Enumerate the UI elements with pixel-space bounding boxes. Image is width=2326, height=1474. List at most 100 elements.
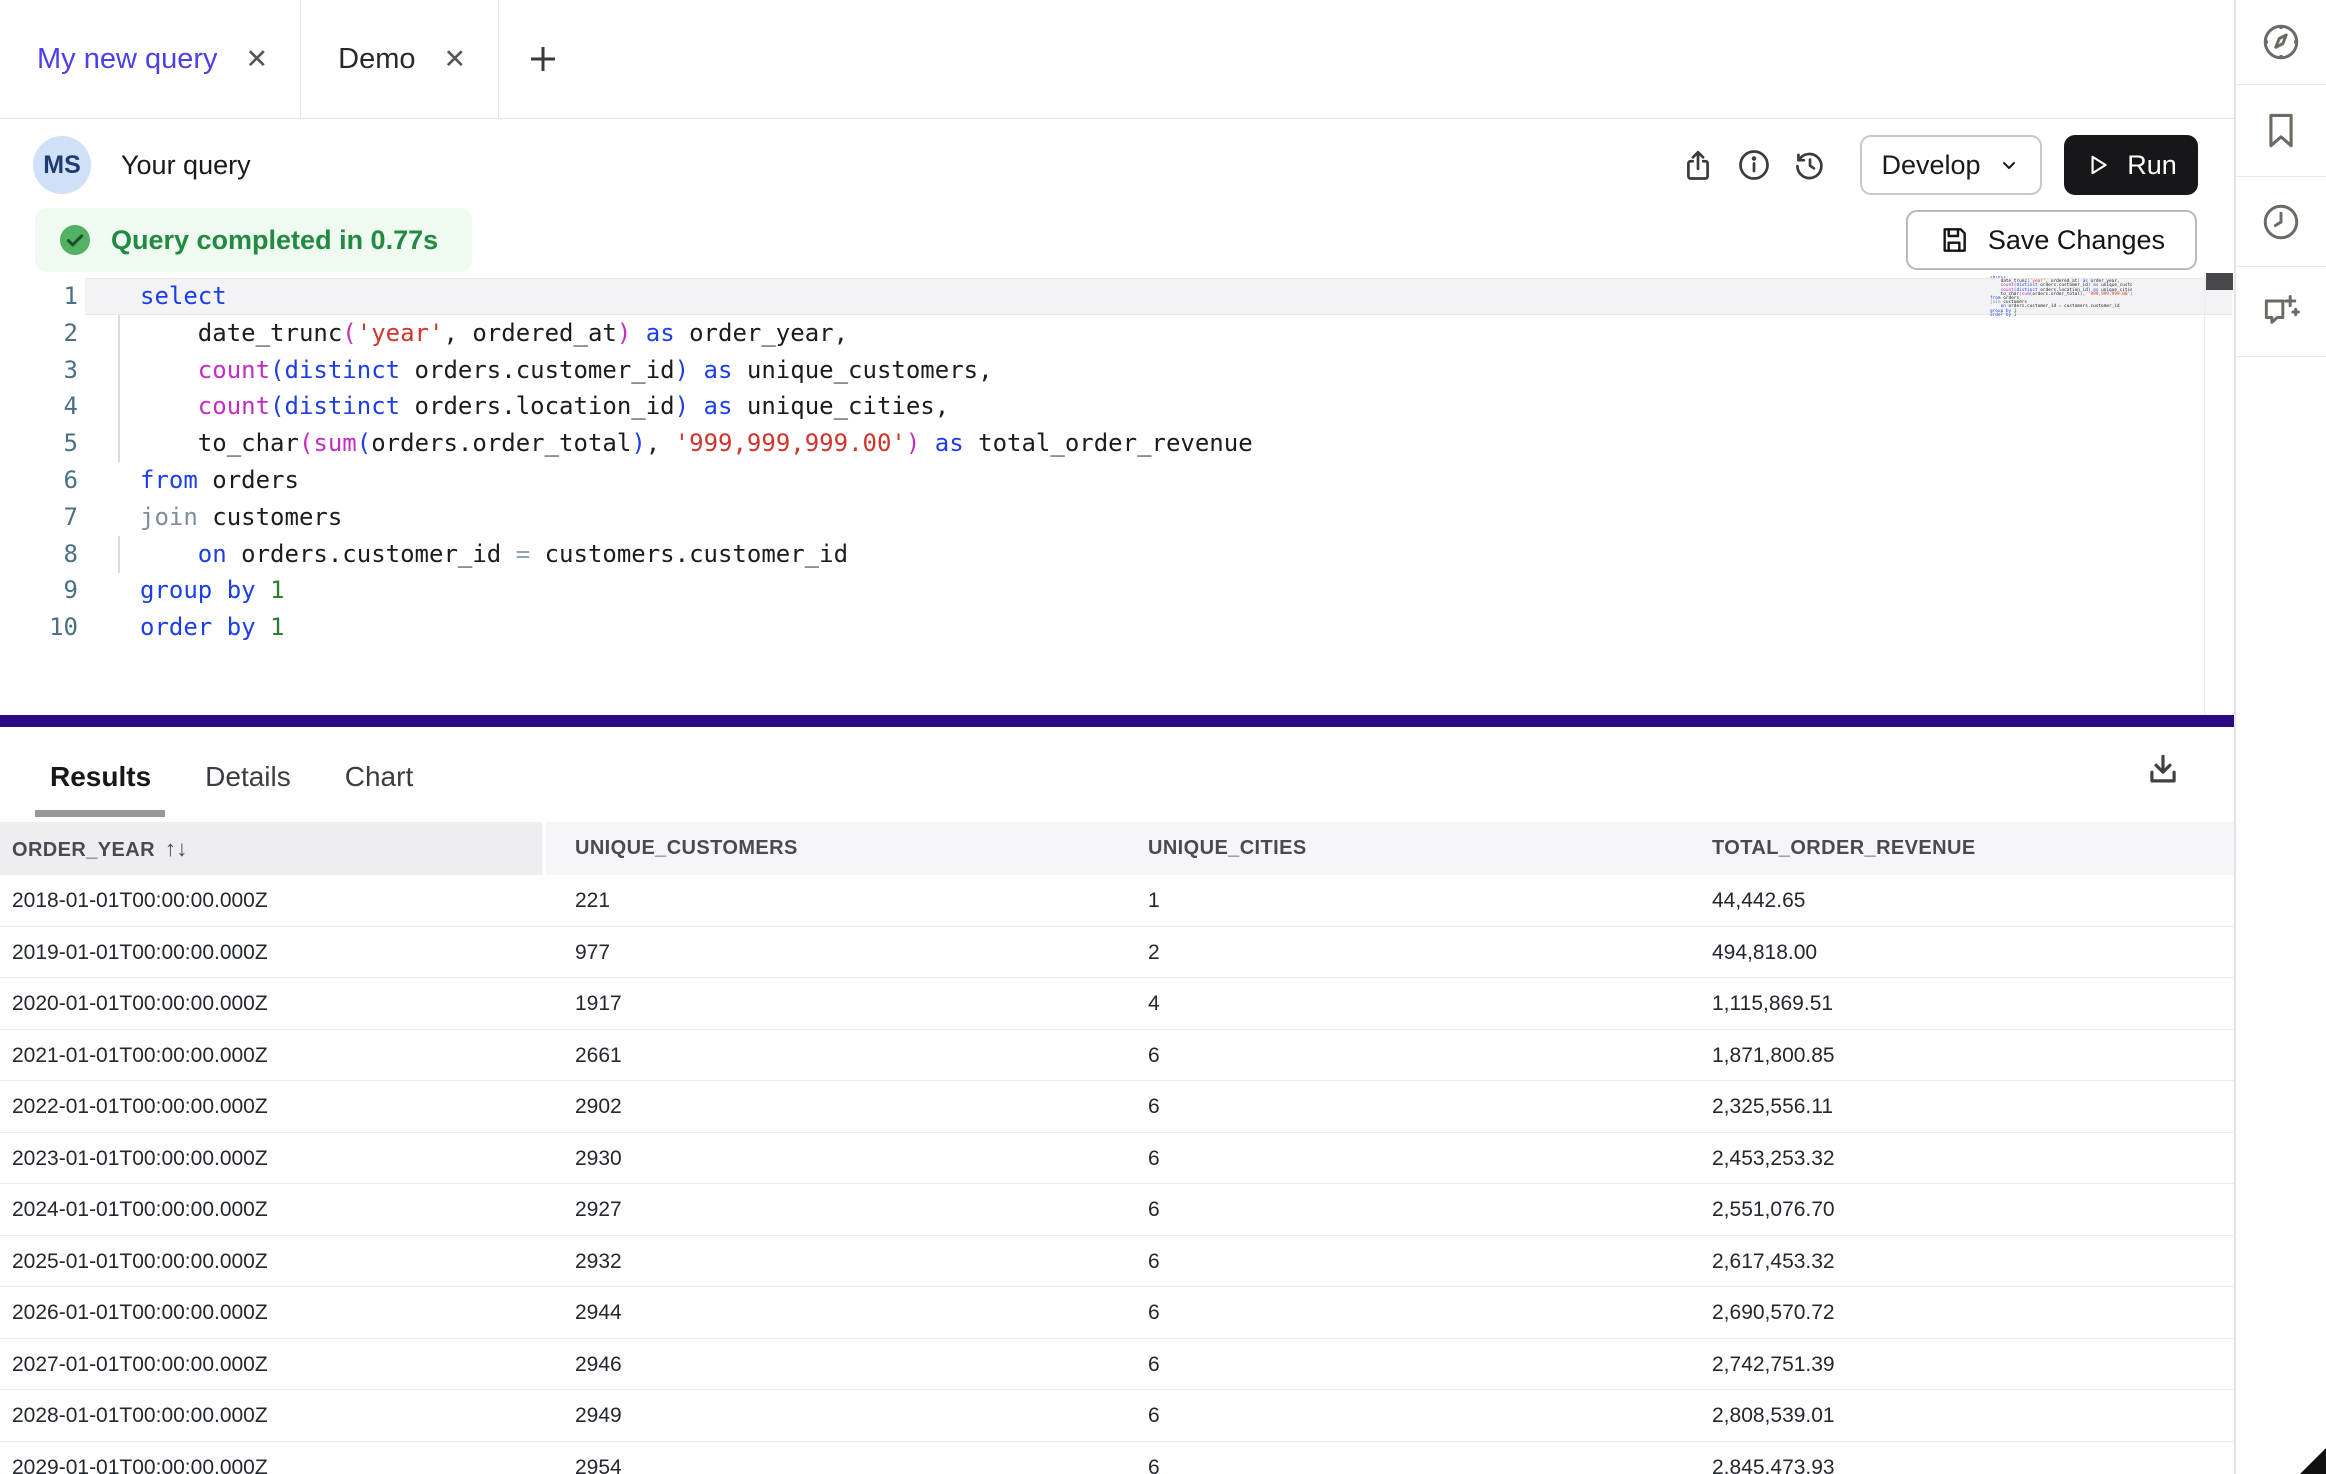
tab-chart[interactable]: Chart (345, 761, 413, 793)
close-icon[interactable]: ✕ (444, 46, 467, 73)
panel-resize-splitter[interactable] (0, 715, 2234, 727)
bookmarks-button[interactable] (2236, 85, 2326, 177)
run-button-label: Run (2127, 150, 2177, 181)
history-sidebar-button[interactable] (2236, 177, 2326, 267)
table-header-row: ORDER_YEAR↑↓ UNIQUE_CUSTOMERS UNIQUE_CIT… (0, 822, 2234, 875)
close-icon[interactable]: ✕ (246, 46, 269, 73)
table-cell: 2,453,253.32 (1712, 1133, 1835, 1185)
editor-minimap[interactable]: select date_trunc('year', ordered_at) as… (1990, 276, 2132, 324)
table-cell: 977 (575, 927, 610, 979)
editor-scrollbar-thumb[interactable] (2206, 273, 2233, 290)
active-tab-underline (35, 810, 165, 817)
code-line: select (140, 278, 1253, 315)
table-row[interactable]: 2021-01-01T00:00:00.000Z266161,871,800.8… (0, 1030, 2234, 1082)
download-results-button[interactable] (2139, 745, 2187, 793)
table-cell: 2026-01-01T00:00:00.000Z (12, 1287, 268, 1339)
develop-button[interactable]: Develop (1860, 135, 2042, 195)
tab-results[interactable]: Results (50, 761, 151, 793)
table-cell: 2 (1148, 927, 1160, 979)
avatar: MS (33, 136, 91, 194)
table-row[interactable]: 2023-01-01T00:00:00.000Z293062,453,253.3… (0, 1133, 2234, 1185)
table-cell: 2930 (575, 1133, 622, 1185)
table-cell: 1,871,800.85 (1712, 1030, 1835, 1082)
table-cell: 2,742,751.39 (1712, 1339, 1835, 1391)
check-circle-icon (57, 222, 93, 258)
tab-demo[interactable]: Demo ✕ (301, 0, 499, 118)
table-cell: 1 (1148, 875, 1160, 927)
compass-icon (2260, 21, 2302, 63)
column-header-unique-cities[interactable]: UNIQUE_CITIES (1148, 822, 1307, 875)
query-tab-bar: My new query ✕ Demo ✕ (0, 0, 2234, 119)
table-cell: 2902 (575, 1081, 622, 1133)
table-cell: 2021-01-01T00:00:00.000Z (12, 1030, 268, 1082)
table-cell: 2022-01-01T00:00:00.000Z (12, 1081, 268, 1133)
table-cell: 2,325,556.11 (1712, 1081, 1833, 1133)
table-cell: 2020-01-01T00:00:00.000Z (12, 978, 268, 1030)
table-cell: 494,818.00 (1712, 927, 1817, 979)
table-cell: 2954 (575, 1442, 622, 1474)
line-number: 5 (0, 425, 78, 462)
run-button[interactable]: Run (2064, 135, 2198, 195)
tab-my-new-query[interactable]: My new query ✕ (0, 0, 301, 118)
table-row[interactable]: 2029-01-01T00:00:00.000Z295462,845,473.9… (0, 1442, 2234, 1474)
info-button[interactable] (1726, 137, 1782, 193)
table-row[interactable]: 2025-01-01T00:00:00.000Z293262,617,453.3… (0, 1236, 2234, 1288)
right-sidebar (2234, 0, 2326, 1474)
table-cell: 6 (1148, 1287, 1160, 1339)
tab-details[interactable]: Details (205, 761, 291, 793)
line-number: 6 (0, 462, 78, 499)
tab-label: My new query (37, 43, 218, 76)
window-resize-grip[interactable] (2300, 1448, 2326, 1474)
table-row[interactable]: 2026-01-01T00:00:00.000Z294462,690,570.7… (0, 1287, 2234, 1339)
table-body: 2018-01-01T00:00:00.000Z221144,442.65201… (0, 875, 2234, 1474)
new-tab-button[interactable] (499, 0, 587, 118)
ai-chat-button[interactable] (2236, 267, 2326, 357)
table-cell: 2025-01-01T00:00:00.000Z (12, 1236, 268, 1288)
sql-editor[interactable]: 12345678910 select date_trunc('year', or… (0, 273, 2234, 715)
chevron-down-icon (1997, 153, 2021, 177)
table-row[interactable]: 2018-01-01T00:00:00.000Z221144,442.65 (0, 875, 2234, 927)
line-number: 9 (0, 572, 78, 609)
download-icon (2144, 750, 2182, 788)
table-row[interactable]: 2024-01-01T00:00:00.000Z292762,551,076.7… (0, 1184, 2234, 1236)
plus-icon (525, 41, 561, 77)
share-button[interactable] (1670, 137, 1726, 193)
line-number: 2 (0, 315, 78, 352)
history-button[interactable] (1782, 137, 1838, 193)
code-line: on orders.customer_id = customers.custom… (140, 536, 1253, 573)
indent-guide (118, 315, 120, 462)
table-row[interactable]: 2019-01-01T00:00:00.000Z9772494,818.00 (0, 927, 2234, 979)
table-cell: 2,845,473.93 (1712, 1442, 1835, 1474)
results-tab-bar: Results Details Chart (50, 761, 413, 793)
info-icon (1736, 147, 1772, 183)
column-header-order-year[interactable]: ORDER_YEAR↑↓ (12, 822, 188, 875)
history-icon (1792, 147, 1828, 183)
column-header-total-order-revenue[interactable]: TOTAL_ORDER_REVENUE (1712, 822, 1976, 875)
code-line: order by 1 (140, 609, 1253, 646)
table-row[interactable]: 2027-01-01T00:00:00.000Z294662,742,751.3… (0, 1339, 2234, 1391)
sort-icon[interactable]: ↑↓ (165, 836, 188, 861)
app-window: My new query ✕ Demo ✕ MS Your query Deve… (0, 0, 2326, 1474)
table-cell: 2,617,453.32 (1712, 1236, 1835, 1288)
table-cell: 1917 (575, 978, 622, 1030)
editor-scroll-track (2204, 273, 2205, 715)
table-row[interactable]: 2022-01-01T00:00:00.000Z290262,325,556.1… (0, 1081, 2234, 1133)
table-cell: 4 (1148, 978, 1160, 1030)
line-number-gutter: 12345678910 (0, 278, 78, 646)
code-line: to_char(sum(orders.order_total), '999,99… (140, 425, 1253, 462)
table-row[interactable]: 2028-01-01T00:00:00.000Z294962,808,539.0… (0, 1390, 2234, 1442)
column-header-unique-customers[interactable]: UNIQUE_CUSTOMERS (575, 822, 798, 875)
line-number: 7 (0, 499, 78, 536)
code-area[interactable]: select date_trunc('year', ordered_at) as… (140, 278, 1253, 646)
save-changes-label: Save Changes (1988, 225, 2165, 256)
table-cell: 2661 (575, 1030, 622, 1082)
explore-button[interactable] (2236, 0, 2326, 85)
table-cell: 2932 (575, 1236, 622, 1288)
table-cell: 2,690,570.72 (1712, 1287, 1835, 1339)
table-cell: 2,808,539.01 (1712, 1390, 1835, 1442)
save-changes-button[interactable]: Save Changes (1906, 210, 2197, 270)
table-row[interactable]: 2020-01-01T00:00:00.000Z191741,115,869.5… (0, 978, 2234, 1030)
chat-sparkle-icon (2259, 290, 2303, 334)
table-cell: 2949 (575, 1390, 622, 1442)
line-number: 3 (0, 352, 78, 389)
